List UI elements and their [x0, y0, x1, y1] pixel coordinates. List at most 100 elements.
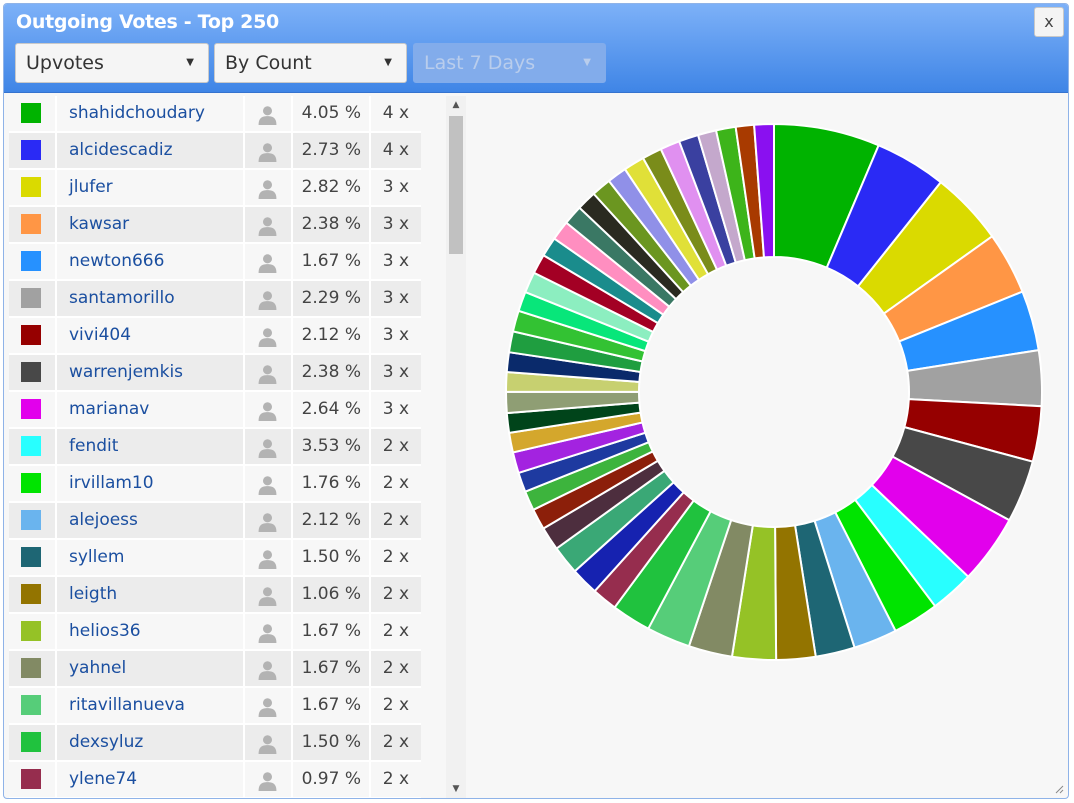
scrollbar-thumb[interactable] — [449, 116, 463, 254]
user-icon[interactable] — [257, 658, 278, 680]
voter-row[interactable]: vivi404 2.12 % 3 x — [9, 318, 421, 353]
vote-count: 2 x — [371, 614, 421, 649]
user-profile-cell[interactable] — [245, 503, 291, 538]
voter-name-link[interactable]: shahidchoudary — [57, 96, 243, 131]
user-profile-cell[interactable] — [245, 688, 291, 723]
user-icon[interactable] — [257, 214, 278, 236]
user-icon[interactable] — [257, 399, 278, 421]
voter-name-link[interactable]: helios36 — [57, 614, 243, 649]
color-swatch-cell — [9, 133, 55, 168]
voter-row[interactable]: jlufer 2.82 % 3 x — [9, 170, 421, 205]
vote-percent: 2.12 % — [293, 503, 369, 538]
scroll-down-arrow-icon[interactable]: ▼ — [446, 780, 466, 798]
voter-name-link[interactable]: kawsar — [57, 207, 243, 242]
user-profile-cell[interactable] — [245, 244, 291, 279]
user-profile-cell[interactable] — [245, 540, 291, 575]
voter-row[interactable]: newton666 1.67 % 3 x — [9, 244, 421, 279]
voter-name-link[interactable]: santamorillo — [57, 281, 243, 316]
voter-name-link[interactable]: newton666 — [57, 244, 243, 279]
user-profile-cell[interactable] — [245, 651, 291, 686]
user-profile-cell[interactable] — [245, 762, 291, 797]
user-icon[interactable] — [257, 732, 278, 754]
voter-name-link[interactable]: syllem — [57, 540, 243, 575]
user-icon[interactable] — [257, 325, 278, 347]
voter-name-link[interactable]: jlufer — [57, 170, 243, 205]
voter-row[interactable]: fendit 3.53 % 2 x — [9, 429, 421, 464]
color-swatch-cell — [9, 688, 55, 723]
voter-name-link[interactable]: yahnel — [57, 651, 243, 686]
vote-type-select[interactable]: Upvotes ▼ — [15, 43, 209, 83]
user-profile-cell[interactable] — [245, 392, 291, 427]
list-scrollbar[interactable]: ▲ ▼ — [446, 96, 466, 798]
voter-name-link[interactable]: dexsyluz — [57, 725, 243, 760]
voter-row[interactable]: helios36 1.67 % 2 x — [9, 614, 421, 649]
dialog-header: Outgoing Votes - Top 250 x Upvotes ▼ By … — [4, 4, 1068, 93]
user-icon[interactable] — [257, 621, 278, 643]
user-profile-cell[interactable] — [245, 318, 291, 353]
voter-row[interactable]: warrenjemkis 2.38 % 3 x — [9, 355, 421, 390]
user-icon[interactable] — [257, 436, 278, 458]
voter-row[interactable]: alcidescadiz 2.73 % 4 x — [9, 133, 421, 168]
voter-name-link[interactable]: ylene74 — [57, 762, 243, 797]
user-icon[interactable] — [257, 362, 278, 384]
user-profile-cell[interactable] — [245, 466, 291, 501]
voter-row[interactable]: kawsar 2.38 % 3 x — [9, 207, 421, 242]
sort-select[interactable]: By Count ▼ — [214, 43, 407, 83]
user-profile-cell[interactable] — [245, 725, 291, 760]
voter-row[interactable]: leigth 1.06 % 2 x — [9, 577, 421, 612]
votes-donut-chart — [469, 96, 1067, 798]
user-profile-cell[interactable] — [245, 355, 291, 390]
user-icon[interactable] — [257, 103, 278, 125]
user-icon[interactable] — [257, 695, 278, 717]
user-icon[interactable] — [257, 251, 278, 273]
voter-row[interactable]: santamorillo 2.29 % 3 x — [9, 281, 421, 316]
voter-name-link[interactable]: leigth — [57, 577, 243, 612]
user-icon[interactable] — [257, 584, 278, 606]
voter-name-link[interactable]: alejoess — [57, 503, 243, 538]
user-icon[interactable] — [257, 769, 278, 791]
color-swatch-cell — [9, 503, 55, 538]
vote-count: 2 x — [371, 725, 421, 760]
voter-row[interactable]: syllem 1.50 % 2 x — [9, 540, 421, 575]
color-swatch — [21, 695, 41, 715]
voter-name-link[interactable]: marianav — [57, 392, 243, 427]
voter-name-link[interactable]: vivi404 — [57, 318, 243, 353]
user-icon[interactable] — [257, 140, 278, 162]
user-profile-cell[interactable] — [245, 614, 291, 649]
user-icon[interactable] — [257, 177, 278, 199]
voter-row[interactable]: shahidchoudary 4.05 % 4 x — [9, 96, 421, 131]
color-swatch — [21, 140, 41, 160]
user-profile-cell[interactable] — [245, 170, 291, 205]
voter-name-link[interactable]: fendit — [57, 429, 243, 464]
resize-grip-icon[interactable] — [1054, 784, 1064, 794]
voter-name-link[interactable]: warrenjemkis — [57, 355, 243, 390]
voter-row[interactable]: yahnel 1.67 % 2 x — [9, 651, 421, 686]
voter-row[interactable]: ritavillanueva 1.67 % 2 x — [9, 688, 421, 723]
period-value: Last 7 Days — [424, 52, 536, 74]
user-icon[interactable] — [257, 547, 278, 569]
user-profile-cell[interactable] — [245, 207, 291, 242]
voter-row[interactable]: alejoess 2.12 % 2 x — [9, 503, 421, 538]
close-button[interactable]: x — [1034, 7, 1064, 37]
voter-row[interactable]: irvillam10 1.76 % 2 x — [9, 466, 421, 501]
scroll-up-arrow-icon[interactable]: ▲ — [446, 96, 466, 114]
color-swatch-cell — [9, 577, 55, 612]
user-profile-cell[interactable] — [245, 577, 291, 612]
user-profile-cell[interactable] — [245, 281, 291, 316]
voter-name-link[interactable]: ritavillanueva — [57, 688, 243, 723]
voter-list[interactable]: shahidchoudary 4.05 % 4 x alcidescadiz 2.73 … — [9, 96, 421, 798]
voter-row[interactable]: marianav 2.64 % 3 x — [9, 392, 421, 427]
voter-row[interactable]: dexsyluz 1.50 % 2 x — [9, 725, 421, 760]
user-profile-cell[interactable] — [245, 96, 291, 131]
voter-name-link[interactable]: alcidescadiz — [57, 133, 243, 168]
user-icon[interactable] — [257, 473, 278, 495]
user-profile-cell[interactable] — [245, 429, 291, 464]
vote-count: 2 x — [371, 688, 421, 723]
outgoing-votes-dialog: Outgoing Votes - Top 250 x Upvotes ▼ By … — [3, 3, 1069, 799]
user-icon[interactable] — [257, 288, 278, 310]
user-icon[interactable] — [257, 510, 278, 532]
user-profile-cell[interactable] — [245, 133, 291, 168]
voter-row[interactable]: ylene74 0.97 % 2 x — [9, 762, 421, 797]
voter-name-link[interactable]: irvillam10 — [57, 466, 243, 501]
color-swatch — [21, 362, 41, 382]
